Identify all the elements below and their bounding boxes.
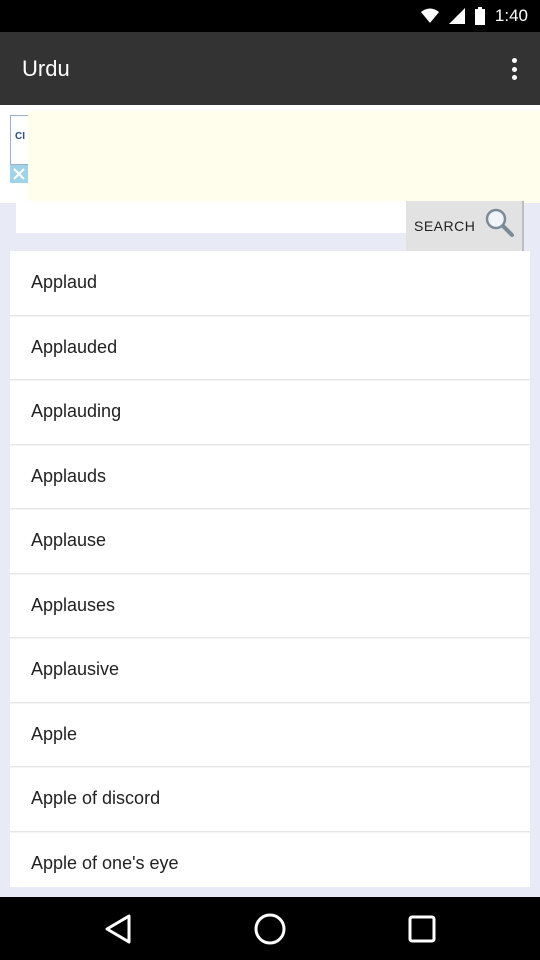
home-circle-icon[interactable] <box>252 911 288 947</box>
list-item[interactable]: Apple of discord <box>10 767 530 832</box>
magnifier-icon <box>485 208 514 237</box>
ad-snippet: CI <box>10 115 30 165</box>
battery-icon <box>474 7 485 25</box>
search-row: SEARCH <box>0 201 540 251</box>
ad-frame[interactable] <box>28 111 540 203</box>
more-vert-icon[interactable] <box>502 54 526 84</box>
list-item[interactable]: Applauds <box>10 445 530 509</box>
app-bar: Urdu <box>0 32 540 105</box>
status-time: 1:40 <box>494 6 528 25</box>
signal-icon <box>448 8 465 24</box>
wifi-icon <box>420 8 439 23</box>
back-triangle-icon[interactable] <box>100 911 136 947</box>
status-icons: 1:40 <box>420 0 528 32</box>
list-item[interactable]: Applauding <box>10 380 530 445</box>
list-item[interactable]: Apple of one's eye <box>10 832 530 888</box>
list-item[interactable]: Applausive <box>10 638 530 703</box>
list-item[interactable]: Applaud <box>10 251 530 316</box>
status-bar: 1:40 <box>0 0 540 32</box>
list-item[interactable]: Applauses <box>10 574 530 638</box>
list-item[interactable]: Applause <box>10 509 530 574</box>
recents-square-icon[interactable] <box>404 911 440 947</box>
main-content: CI SEARCH Applaud Applauded Applauding A… <box>0 105 540 897</box>
app-title: Urdu <box>22 56 70 81</box>
ad-banner[interactable]: CI <box>0 105 540 203</box>
search-button-label: SEARCH <box>414 218 476 234</box>
word-list: Applaud Applauded Applauding Applauds Ap… <box>10 251 530 887</box>
list-item[interactable]: Applauded <box>10 316 530 380</box>
close-icon[interactable] <box>10 165 28 183</box>
navigation-bar <box>0 897 540 960</box>
search-button[interactable]: SEARCH <box>406 201 524 251</box>
list-item[interactable]: Apple <box>10 703 530 767</box>
search-input[interactable] <box>16 201 406 233</box>
